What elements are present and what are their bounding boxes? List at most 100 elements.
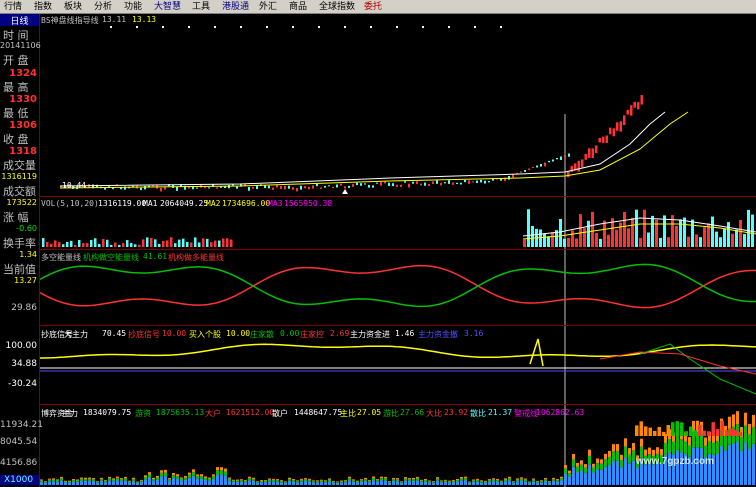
game-bar-main [500, 480, 503, 482]
game-hot-value: 1875635.13 [156, 408, 205, 417]
volume-bar [198, 242, 201, 247]
open-value: 1324 [9, 68, 37, 79]
menu-tools[interactable]: 工具 [192, 1, 210, 13]
game-bar-retail [392, 480, 395, 485]
game-bar-hot [136, 482, 139, 483]
candle [424, 182, 426, 186]
game-bar-hot [584, 467, 587, 473]
game-bar-main [320, 479, 323, 481]
game-retail-ratio-value: 21.37 [488, 408, 513, 417]
zoom-indicator[interactable]: X1000 [0, 475, 39, 485]
candle [444, 182, 446, 184]
game-bar-retail [220, 474, 223, 485]
game-bar-main [72, 478, 75, 481]
game-bar-hot [196, 476, 199, 479]
game-axis-3: 4156.86 [0, 458, 38, 468]
candle [464, 180, 466, 183]
turnover-label: 换手率 [3, 237, 36, 250]
game-bar-hot [252, 479, 255, 481]
menu-forex[interactable]: 外汇 [259, 1, 277, 13]
game-bar-main [104, 480, 107, 482]
game-bar-main [128, 480, 131, 482]
menu-sector[interactable]: 板块 [64, 1, 82, 13]
game-bar-main [436, 477, 439, 479]
long-power-line [40, 264, 756, 309]
game-bar-retail [72, 481, 75, 485]
game-bar-main [264, 480, 267, 481]
game-alert-label: 警戒线 [514, 409, 538, 418]
game-bar-retail [508, 480, 511, 485]
game-bar-retail [428, 482, 431, 485]
game-bar-main [432, 481, 435, 482]
game-bar-hot [304, 479, 307, 481]
volume-bar [210, 242, 213, 247]
game-bar-hot [556, 480, 559, 482]
game-bar-main [704, 437, 707, 446]
game-bar-main [420, 479, 423, 481]
game-bar-hot [96, 481, 99, 483]
period-tab[interactable]: 日线 [0, 14, 39, 27]
game-bar-retail [296, 482, 299, 485]
game-bar-main [428, 480, 431, 482]
menu-function[interactable]: 功能 [124, 1, 142, 13]
game-bar-retail [384, 480, 387, 485]
game-bar-main [96, 481, 99, 482]
game-bar-retail [724, 450, 727, 485]
candle [524, 170, 526, 172]
game-bar-hot [416, 478, 419, 481]
menu-quote[interactable]: 行情 [4, 1, 22, 13]
candle [320, 187, 322, 189]
volume-bar [567, 237, 570, 247]
menu-analysis[interactable]: 分析 [94, 1, 112, 13]
divider [40, 249, 756, 250]
game-bar-main [160, 470, 163, 473]
game-bar-hot [632, 450, 635, 461]
volume-bar [687, 236, 690, 247]
game-bar-hot [184, 477, 187, 480]
game-bar-hot [240, 480, 243, 482]
menu-index[interactable]: 指数 [34, 1, 52, 13]
game-bar-hot [384, 478, 387, 481]
game-bar-hot [284, 482, 287, 483]
vol-label: VOL(5,10,20) [41, 199, 99, 208]
volume-bar [627, 228, 630, 247]
game-bar-hot [440, 481, 443, 483]
menu-hk-connect[interactable]: 港股通 [222, 1, 249, 13]
game-bar-retail [144, 479, 147, 485]
candle [476, 180, 478, 184]
menu-smart[interactable]: 大智慧 [154, 1, 181, 13]
chart-area[interactable]: BS神盘线指导线 13.11 13.13 10.44 VOL(5,10,20) … [40, 14, 756, 487]
game-bar-hot [148, 474, 151, 478]
candle [160, 187, 162, 192]
candle [460, 182, 462, 185]
bottom-signal-label: 抄底信号 [128, 330, 160, 339]
menu-order[interactable]: 委托 [364, 1, 382, 13]
game-bar-main [752, 414, 755, 428]
volume-bar [583, 228, 586, 247]
game-bar-retail [624, 457, 627, 485]
game-bar-retail [572, 466, 575, 485]
game-bar-main [524, 478, 527, 480]
game-bar-main [604, 453, 607, 460]
game-bar-main [256, 481, 259, 482]
candle [564, 155, 566, 159]
game-bar-retail [236, 481, 239, 485]
game-bar-main [536, 480, 539, 482]
game-bar-main [76, 479, 79, 481]
candle [480, 179, 482, 183]
game-bar-hot [560, 478, 563, 481]
game-bar-hot [468, 482, 471, 483]
game-bar-retail [368, 482, 371, 485]
game-bar-retail [748, 449, 751, 485]
candle [633, 101, 636, 108]
menu-global-index[interactable]: 全球指数 [319, 1, 355, 13]
game-bar-main [276, 479, 279, 481]
game-bar-retail [184, 479, 187, 485]
game-bar-hot [52, 479, 55, 482]
menu-commodity[interactable]: 商品 [289, 1, 307, 13]
power-title: 多空能量线 [41, 253, 81, 262]
volume-bar [114, 242, 117, 247]
fund-out-label: 主力资金撤 [418, 330, 458, 339]
game-bar-hot [492, 479, 495, 482]
volume-bar [527, 209, 530, 247]
